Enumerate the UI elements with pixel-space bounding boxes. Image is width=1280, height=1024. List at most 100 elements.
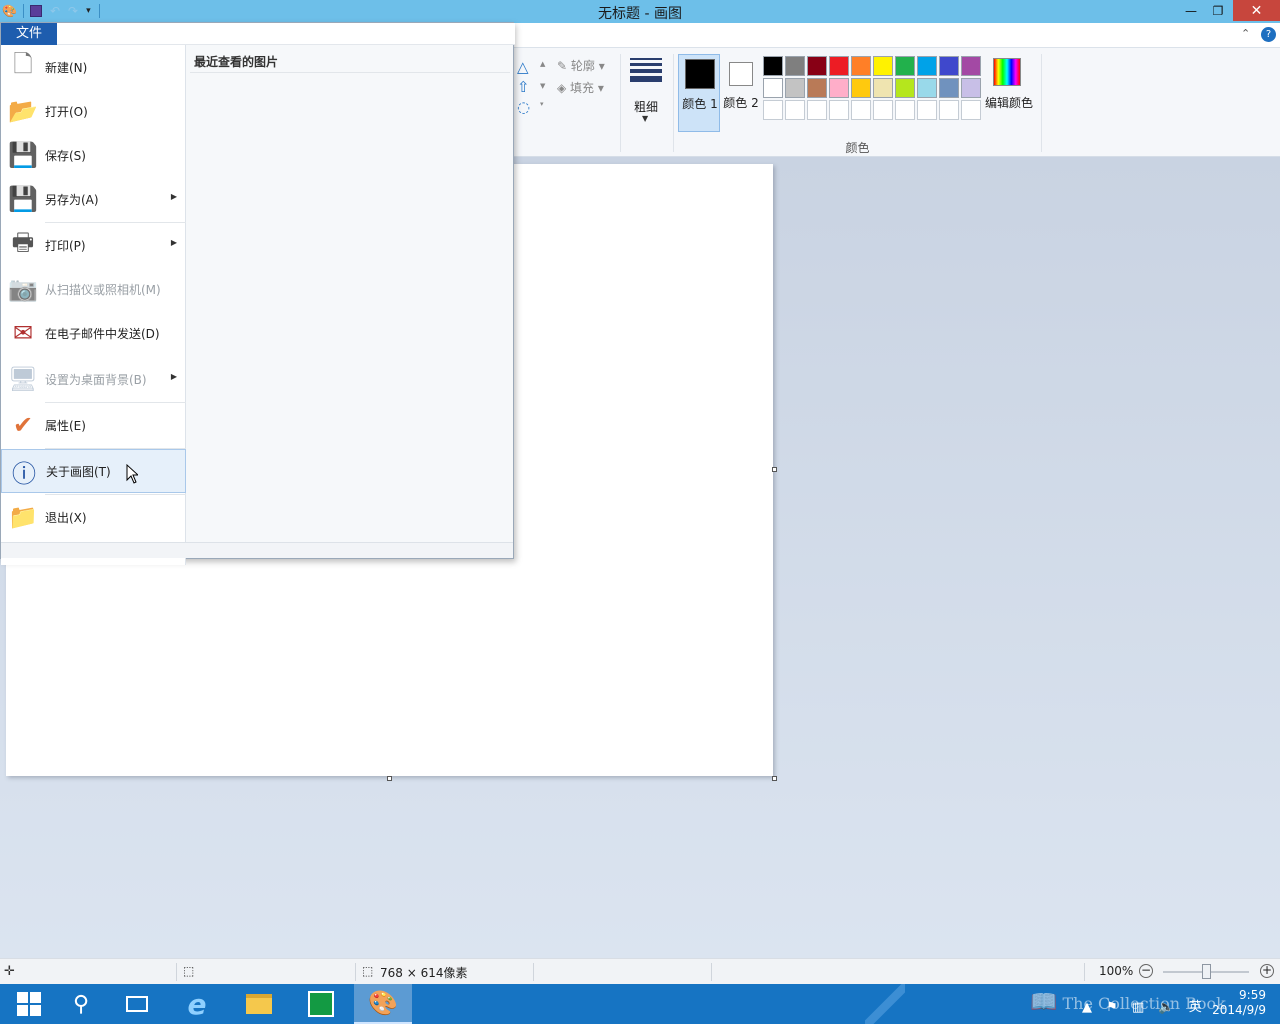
clock[interactable]: 9:59 2014/9/9 (1212, 988, 1266, 1018)
palette-color-swatch[interactable] (851, 78, 871, 98)
divider (1084, 963, 1085, 981)
zoom-out-button[interactable]: − (1139, 964, 1153, 978)
fill-button[interactable]: ◈ 填充 ▾ (557, 79, 604, 96)
info-icon: ⓘ (12, 459, 36, 488)
palette-color-swatch[interactable] (939, 56, 959, 76)
file-menu-item[interactable]: 📂 打开(O) (1, 89, 186, 133)
size-label: 粗细 (633, 100, 658, 114)
palette-color-swatch[interactable] (763, 100, 783, 120)
restore-button[interactable]: ❐ (1203, 0, 1233, 21)
triangle-shape-icon[interactable]: △ (517, 58, 529, 76)
palette-color-swatch[interactable] (763, 56, 783, 76)
palette-color-swatch[interactable] (917, 100, 937, 120)
resize-handle-right[interactable] (772, 467, 777, 472)
palette-color-swatch[interactable] (763, 78, 783, 98)
palette-color-swatch[interactable] (807, 56, 827, 76)
callout-shape-icon[interactable]: ◌ (517, 98, 530, 116)
file-menu-item[interactable]: 📁 退出(X) (1, 495, 186, 539)
help-icon[interactable]: ? (1261, 27, 1276, 42)
palette-color-swatch[interactable] (807, 100, 827, 120)
taskbar-internet-explorer[interactable]: e (168, 984, 226, 1024)
palette-color-swatch[interactable] (917, 78, 937, 98)
palette-row (763, 56, 983, 76)
palette-color-swatch[interactable] (851, 100, 871, 120)
palette-color-swatch[interactable] (873, 56, 893, 76)
file-menu-item[interactable]: 🖶 打印(P) ▶ (1, 223, 186, 267)
palette-color-swatch[interactable] (917, 56, 937, 76)
palette-color-swatch[interactable] (873, 78, 893, 98)
divider (355, 963, 356, 981)
palette-color-swatch[interactable] (895, 56, 915, 76)
search-button[interactable]: ⚲ (52, 984, 110, 1024)
file-menu-tab[interactable]: 文件 (1, 23, 57, 45)
color2-swatch (729, 62, 753, 86)
palette-color-swatch[interactable] (873, 100, 893, 120)
palette-color-swatch[interactable] (829, 78, 849, 98)
palette-color-swatch[interactable] (895, 78, 915, 98)
palette-color-swatch[interactable] (895, 100, 915, 120)
printer-icon: 🖶 (11, 227, 35, 256)
taskbar-file-explorer[interactable] (230, 984, 288, 1024)
collapse-ribbon-icon[interactable]: ⌃ (1241, 27, 1250, 40)
palette-color-swatch[interactable] (851, 56, 871, 76)
divider (176, 963, 177, 981)
divider (45, 222, 186, 223)
task-view-button[interactable] (108, 984, 166, 1024)
palette-color-swatch[interactable] (785, 56, 805, 76)
file-menu-item[interactable]: 🗋 新建(N) (1, 45, 186, 89)
shapes-more-icon[interactable]: ▾ (540, 100, 544, 108)
file-menu-item[interactable]: ⓘ 关于画图(T) (1, 449, 186, 493)
palette-row (763, 100, 983, 120)
color1-button[interactable]: 颜色 1 (678, 54, 720, 132)
palette-color-swatch[interactable] (939, 100, 959, 120)
resize-handle-corner[interactable] (772, 776, 777, 781)
new-file-icon: 🗋 (13, 49, 33, 78)
palette-color-swatch[interactable] (829, 100, 849, 120)
divider (533, 963, 534, 981)
clock-time: 9:59 (1239, 988, 1266, 1002)
outline-button[interactable]: ✎ 轮廓 ▾ (557, 57, 605, 74)
action-center-flag-icon[interactable]: ⚑ (1106, 1000, 1118, 1015)
palette-color-swatch[interactable] (785, 100, 805, 120)
submenu-arrow-icon: ▶ (170, 372, 177, 381)
file-menu-item-label: 从扫描仪或照相机(M) (45, 282, 161, 297)
zoom-in-button[interactable]: + (1260, 964, 1274, 978)
file-menu-item[interactable]: ✔ 属性(E) (1, 403, 186, 447)
palette-color-swatch[interactable] (961, 56, 981, 76)
file-menu-item[interactable]: ✉ 在电子邮件中发送(D) (1, 311, 186, 355)
palette-color-swatch[interactable] (961, 78, 981, 98)
scroll-down-icon[interactable]: ▼ (540, 82, 545, 90)
resize-handle-bottom[interactable] (387, 776, 392, 781)
edit-colors-button[interactable]: 编辑颜色 (984, 54, 1034, 124)
close-button[interactable]: ✕ (1233, 0, 1280, 21)
palette-color-swatch[interactable] (807, 78, 827, 98)
file-menu-item[interactable]: 📷 从扫描仪或照相机(M) (1, 267, 186, 311)
file-menu-item[interactable]: 🖥 设置为桌面背景(B) ▶ (1, 357, 186, 401)
ime-indicator[interactable]: 英 (1189, 1000, 1202, 1015)
desktop-background-icon: 🖥 (7, 365, 39, 393)
zoom-slider-thumb[interactable] (1202, 964, 1211, 979)
palette-color-swatch[interactable] (939, 78, 959, 98)
minimize-button[interactable]: — (1176, 0, 1206, 21)
exit-icon: 📁 (8, 503, 38, 531)
show-hidden-icons-icon[interactable]: ▲ (1082, 1000, 1092, 1015)
divider (1041, 54, 1042, 152)
mouse-cursor-icon (126, 464, 138, 484)
color2-button[interactable]: 颜色 2 (722, 54, 760, 132)
network-icon[interactable]: ▥ (1132, 1000, 1144, 1015)
palette-color-swatch[interactable] (829, 56, 849, 76)
size-button[interactable]: 粗细 ▼ (626, 54, 666, 124)
taskbar-paint[interactable]: 🎨 (354, 984, 412, 1024)
palette-color-swatch[interactable] (961, 100, 981, 120)
file-menu-item[interactable]: 💾 另存为(A) ▶ (1, 177, 186, 221)
volume-icon[interactable]: 🔈 (1158, 1000, 1174, 1015)
file-menu-footer (1, 542, 513, 558)
arrow-up-shape-icon[interactable]: ⇧ (517, 78, 530, 96)
file-menu-item[interactable]: 💾 保存(S) (1, 133, 186, 177)
start-button[interactable] (0, 984, 58, 1024)
scroll-up-icon[interactable]: ▲ (540, 60, 545, 68)
palette-color-swatch[interactable] (785, 78, 805, 98)
taskbar-store[interactable] (292, 984, 350, 1024)
zoom-level: 100% (1099, 964, 1134, 978)
divider (45, 402, 186, 403)
